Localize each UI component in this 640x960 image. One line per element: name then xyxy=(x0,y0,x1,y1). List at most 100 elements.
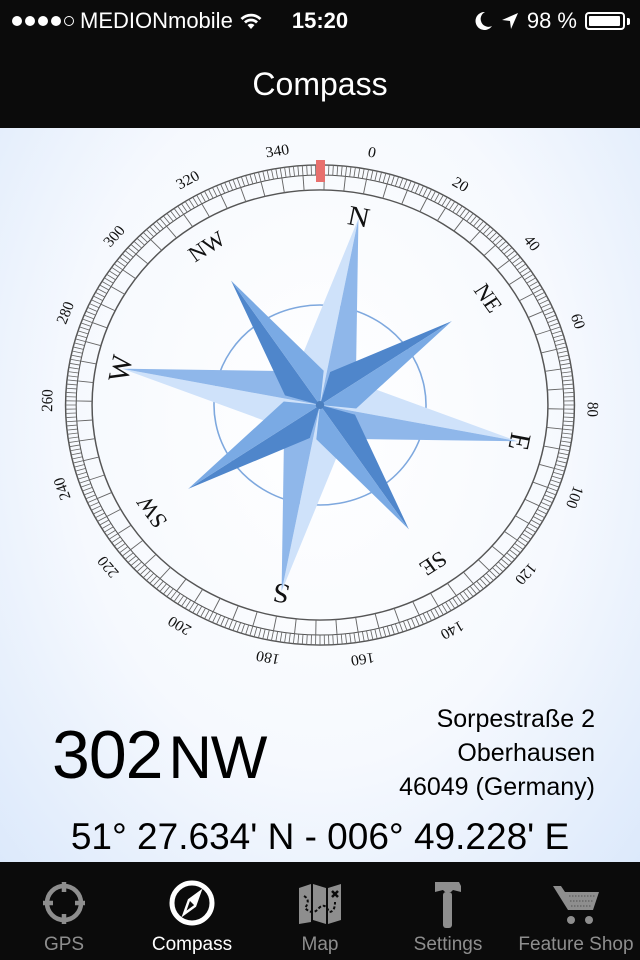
tick-mark xyxy=(414,183,420,194)
tick-mark xyxy=(275,631,279,642)
tick-mark xyxy=(357,167,361,178)
degree-label: 180 xyxy=(254,647,281,668)
tick-mark xyxy=(253,627,258,637)
tick-mark xyxy=(538,463,555,469)
tick-mark xyxy=(79,438,95,442)
tick-mark xyxy=(77,330,89,335)
tick-mark xyxy=(69,444,80,448)
tick-mark xyxy=(535,512,545,519)
tick-mark xyxy=(563,404,575,406)
tick-mark xyxy=(382,173,387,183)
tick-mark xyxy=(382,183,388,199)
tick-mark xyxy=(551,330,563,335)
tick-mark xyxy=(540,501,551,507)
tick-mark xyxy=(68,371,79,374)
tick-mark xyxy=(390,175,395,186)
tick-mark xyxy=(386,625,391,636)
tick-mark xyxy=(394,623,400,634)
tab-feature-shop[interactable]: Feature Shop xyxy=(512,862,640,960)
tick-mark xyxy=(236,622,242,633)
tick-mark xyxy=(547,487,558,492)
tick-mark xyxy=(537,509,547,515)
tick-mark xyxy=(402,620,408,631)
tick-mark xyxy=(563,412,575,414)
tick-mark xyxy=(561,375,573,378)
tick-mark xyxy=(240,176,246,187)
tick-mark xyxy=(194,589,204,603)
degree-label: 120 xyxy=(511,560,540,588)
tick-mark xyxy=(544,310,555,316)
tick-mark xyxy=(76,400,93,402)
tick-mark xyxy=(340,634,343,645)
tick-mark xyxy=(343,176,346,192)
tick-mark xyxy=(66,383,78,386)
tick-mark xyxy=(563,420,574,423)
tick-mark xyxy=(561,436,572,439)
tick-mark xyxy=(563,392,575,394)
tick-mark xyxy=(550,479,561,484)
tab-settings[interactable]: Settings xyxy=(384,862,512,960)
map-icon xyxy=(299,884,341,924)
page-title: Compass xyxy=(252,66,388,102)
tick-mark xyxy=(374,171,378,181)
tick-mark xyxy=(453,218,464,232)
cardinal-label: SE xyxy=(415,546,452,580)
tick-mark xyxy=(363,179,367,195)
tick-mark xyxy=(201,203,210,218)
degree-label: 200 xyxy=(165,612,195,638)
tick-mark xyxy=(216,614,222,625)
navigation-bar: Compass xyxy=(0,40,640,128)
tick-mark xyxy=(332,165,334,176)
tick-mark xyxy=(563,396,575,398)
tick-mark xyxy=(87,498,98,503)
tick-mark xyxy=(70,448,81,452)
tick-mark xyxy=(249,174,254,185)
tick-mark xyxy=(301,165,304,176)
tick-mark xyxy=(524,529,534,537)
tick-mark xyxy=(521,533,532,540)
tick-mark xyxy=(82,318,93,323)
tick-mark xyxy=(548,483,560,488)
tick-mark xyxy=(292,633,295,644)
tab-map[interactable]: Map xyxy=(256,862,384,960)
tick-mark xyxy=(542,498,553,503)
tab-compass[interactable]: Compass xyxy=(128,862,256,960)
tick-mark xyxy=(110,286,125,295)
tick-mark xyxy=(418,185,424,196)
tab-gps[interactable]: GPS xyxy=(0,862,128,960)
tick-mark xyxy=(271,169,274,180)
tick-mark xyxy=(85,310,96,316)
tick-mark xyxy=(101,281,112,287)
tick-mark xyxy=(558,354,569,358)
tick-mark xyxy=(91,299,102,305)
tick-mark xyxy=(204,609,210,620)
tick-mark xyxy=(556,346,567,350)
tick-mark xyxy=(526,526,536,533)
tick-mark xyxy=(310,165,312,176)
tick-mark xyxy=(77,380,94,383)
crosshair-icon xyxy=(43,882,85,924)
tick-mark xyxy=(79,479,90,484)
tick-mark xyxy=(448,201,456,211)
battery-icon xyxy=(585,12,625,30)
tick-mark xyxy=(80,360,97,365)
tick-mark xyxy=(74,464,85,468)
tick-mark xyxy=(553,334,564,339)
tick-mark xyxy=(554,338,565,342)
tick-mark xyxy=(184,599,192,609)
tick-mark xyxy=(436,207,446,221)
address-postal: 46049 (Germany) xyxy=(399,773,595,801)
tick-mark xyxy=(406,180,412,191)
tick-mark xyxy=(262,171,266,181)
degree-label: 40 xyxy=(520,232,544,254)
degree-label: 80 xyxy=(583,402,601,418)
tick-mark xyxy=(434,192,440,203)
compass-dial[interactable]: 0 20 40 60 80 100 120 140 160 180 200 220 240 260 280 3… xyxy=(0,128,640,698)
tick-mark xyxy=(258,628,262,638)
tick-mark xyxy=(232,605,239,620)
tick-mark xyxy=(402,179,408,190)
tick-mark xyxy=(79,326,90,331)
tick-mark xyxy=(72,456,83,460)
tick-mark xyxy=(394,176,400,187)
tick-mark xyxy=(469,231,481,244)
